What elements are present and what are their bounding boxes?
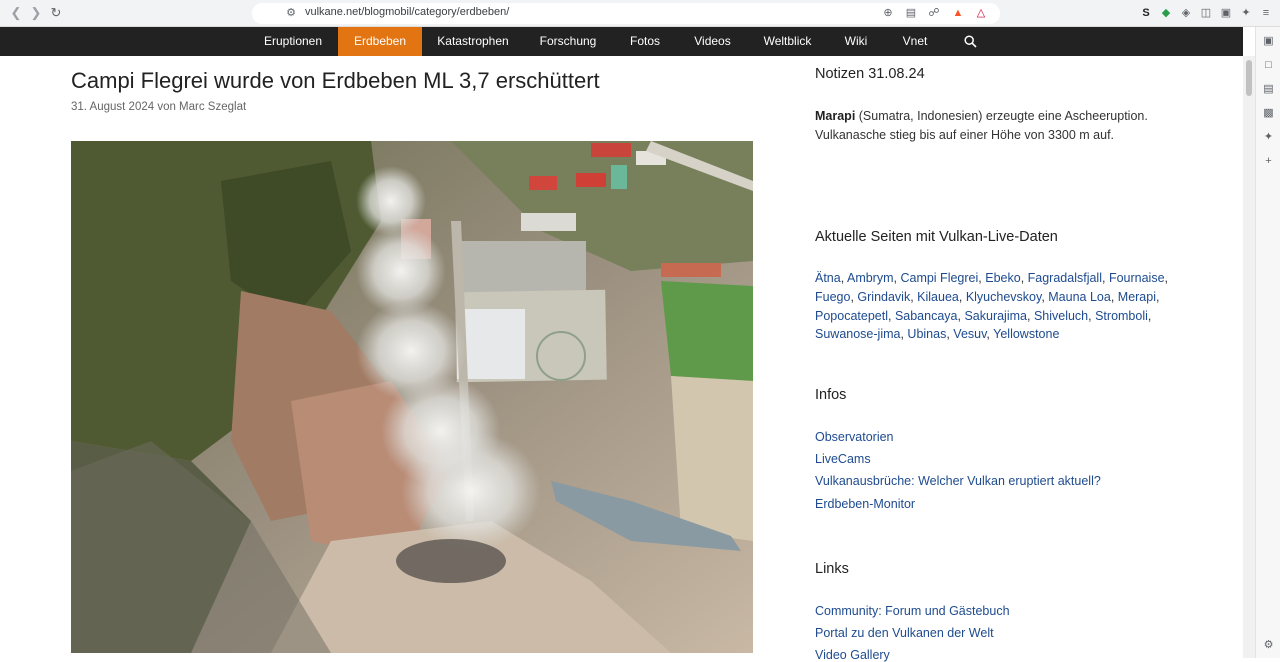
page-scrollbar[interactable] bbox=[1243, 56, 1255, 658]
puzzle-icon[interactable]: ◈ bbox=[1179, 6, 1193, 20]
infos-link[interactable]: Erdbeben-Monitor bbox=[815, 497, 915, 511]
live-data-links: Ätna, Ambrym, Campi Flegrei, Ebeko, Fagr… bbox=[815, 271, 1169, 342]
url-text[interactable]: vulkane.net/blogmobil/category/erdbeben/ bbox=[305, 6, 509, 18]
live-data-link[interactable]: Grindavik bbox=[857, 290, 910, 304]
live-data-link[interactable]: Ubinas bbox=[907, 327, 946, 341]
notizen-text: Marapi (Sumatra, Indonesien) erzeugte ei… bbox=[815, 107, 1175, 145]
sidebar-toggle-icon[interactable]: ◫ bbox=[1199, 6, 1213, 20]
nav-erdbeben[interactable]: Erdbeben bbox=[338, 27, 422, 56]
nav-eruptionen[interactable]: Eruptionen bbox=[252, 27, 334, 56]
live-data-link[interactable]: Kilauea bbox=[917, 290, 959, 304]
wallet-panel-icon[interactable]: ▣ bbox=[1262, 35, 1275, 48]
brave-shield-icon[interactable]: ▲ bbox=[951, 6, 965, 20]
nav-fotos[interactable]: Fotos bbox=[619, 27, 671, 56]
menu-icon[interactable]: ≡ bbox=[1259, 6, 1273, 20]
nav-katastrophen[interactable]: Katastrophen bbox=[426, 27, 520, 56]
links-link[interactable]: Portal zu den Vulkanen der Welt bbox=[815, 626, 994, 640]
live-data-link[interactable]: Ätna bbox=[815, 271, 841, 285]
shield-extension-icon[interactable]: ◆ bbox=[1159, 6, 1173, 20]
nav-wiki[interactable]: Wiki bbox=[836, 27, 876, 56]
site-info-icon[interactable]: ⚙ bbox=[284, 6, 298, 20]
live-data-link[interactable]: Fuego bbox=[815, 290, 850, 304]
search-icon[interactable] bbox=[958, 27, 982, 56]
live-data-link[interactable]: Sabancaya bbox=[895, 309, 958, 323]
back-icon[interactable]: ❮ bbox=[8, 5, 24, 21]
zoom-icon[interactable]: ⊕ bbox=[881, 6, 895, 20]
nav-weltblick[interactable]: Weltblick bbox=[755, 27, 820, 56]
extension-s-icon[interactable]: S bbox=[1139, 6, 1153, 20]
reload-icon[interactable]: ↻ bbox=[48, 5, 64, 21]
bookmarks-panel-icon[interactable]: ▩ bbox=[1262, 107, 1275, 120]
reading-list-icon[interactable]: ▤ bbox=[1262, 83, 1275, 96]
reader-icon[interactable]: ▤ bbox=[904, 6, 918, 20]
live-data-link[interactable]: Yellowstone bbox=[993, 327, 1059, 341]
live-data-link[interactable]: Ebeko bbox=[985, 271, 1020, 285]
live-data-link[interactable]: Fournaise bbox=[1109, 271, 1165, 285]
nav-vnet[interactable]: Vnet bbox=[894, 27, 936, 56]
aerial-photo-illustration bbox=[71, 141, 753, 653]
live-data-link[interactable]: Stromboli bbox=[1095, 309, 1148, 323]
article-title[interactable]: Campi Flegrei wurde von Erdbeben ML 3,7 … bbox=[71, 68, 600, 94]
live-data-link[interactable]: Popocatepetl bbox=[815, 309, 888, 323]
search-icon-svg bbox=[963, 35, 977, 48]
article-meta: 31. August 2024 von Marc Szeglat bbox=[71, 101, 247, 113]
add-panel-icon[interactable]: + bbox=[1262, 155, 1275, 168]
nav-videos[interactable]: Videos bbox=[685, 27, 740, 56]
infos-link[interactable]: LiveCams bbox=[815, 452, 871, 466]
article-photo[interactable] bbox=[71, 141, 753, 653]
notizen-bold: Marapi bbox=[815, 109, 856, 123]
live-data-link[interactable]: Suwanose-jima bbox=[815, 327, 900, 341]
forward-icon[interactable]: ❯ bbox=[28, 5, 44, 21]
browser-side-rail: ▣ □ ▤ ▩ ✦ + ⚙ bbox=[1255, 27, 1280, 658]
notizen-title: Notizen 31.08.24 bbox=[815, 66, 925, 82]
leo-panel-icon[interactable]: ✦ bbox=[1262, 131, 1275, 144]
browser-toolbar: ❮ ❯ ↻ ☐ ⚙ vulkane.net/blogmobil/category… bbox=[0, 0, 1280, 27]
settings-icon[interactable]: ⚙ bbox=[1262, 639, 1275, 652]
infos-link[interactable]: Vulkanausbrüche: Welcher Vulkan eruptier… bbox=[815, 474, 1101, 488]
wallet-icon[interactable]: ▣ bbox=[1219, 6, 1233, 20]
scrollbar-thumb[interactable] bbox=[1246, 60, 1252, 96]
links-link[interactable]: Video Gallery bbox=[815, 648, 890, 662]
live-data-link[interactable]: Campi Flegrei bbox=[900, 271, 978, 285]
live-data-link[interactable]: Klyuchevskoy bbox=[966, 290, 1042, 304]
nav-forschung[interactable]: Forschung bbox=[528, 27, 608, 56]
share-icon[interactable]: ☍ bbox=[927, 6, 941, 20]
infos-title: Infos bbox=[815, 387, 847, 403]
live-data-link[interactable]: Ambrym bbox=[847, 271, 894, 285]
site-navigation: Eruptionen Erdbeben Katastrophen Forschu… bbox=[0, 27, 1243, 56]
notizen-body: (Sumatra, Indonesien) erzeugte eine Asch… bbox=[815, 109, 1148, 142]
live-data-link[interactable]: Fagradalsfjall bbox=[1028, 271, 1102, 285]
leo-icon[interactable]: ✦ bbox=[1239, 6, 1253, 20]
live-data-link[interactable]: Merapi bbox=[1118, 290, 1156, 304]
live-data-link[interactable]: Mauna Loa bbox=[1048, 290, 1111, 304]
chat-panel-icon[interactable]: □ bbox=[1262, 59, 1275, 72]
live-data-title: Aktuelle Seiten mit Vulkan-Live-Daten bbox=[815, 229, 1058, 245]
live-data-link[interactable]: Sakurajima bbox=[964, 309, 1027, 323]
live-data-link[interactable]: Shiveluch bbox=[1034, 309, 1088, 323]
infos-link[interactable]: Observatorien bbox=[815, 430, 894, 444]
brave-rewards-icon[interactable]: △ bbox=[974, 6, 988, 20]
links-link[interactable]: Community: Forum und Gästebuch bbox=[815, 604, 1010, 618]
links-title: Links bbox=[815, 561, 849, 577]
live-data-link[interactable]: Vesuv bbox=[953, 327, 986, 341]
